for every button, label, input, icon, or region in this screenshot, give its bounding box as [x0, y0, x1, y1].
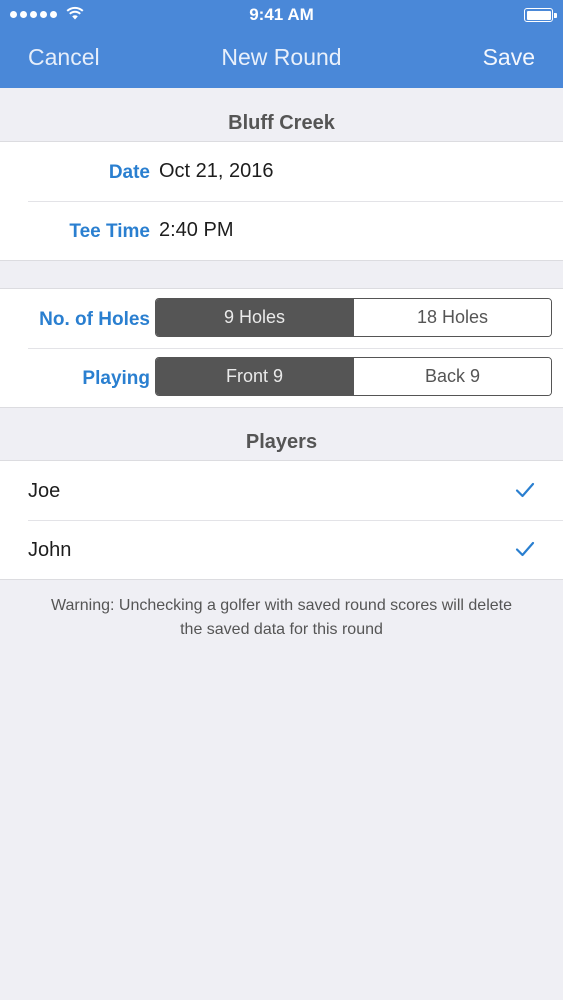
holes-label: No. of Holes — [39, 309, 150, 330]
players-header: Players — [245, 431, 318, 453]
save-button[interactable]: Save — [483, 44, 535, 71]
tee-time-label: Tee Time — [69, 221, 150, 242]
player-name: Joe — [28, 480, 61, 502]
date-row[interactable]: Date Oct 21, 2016 — [0, 142, 563, 201]
checkmark-icon[interactable] — [515, 481, 535, 499]
top-bar: 9:41 AM Cancel New Round Save — [0, 0, 563, 88]
playing-row: Playing Front 9 Back 9 — [0, 348, 563, 407]
holes-settings-group: No. of Holes 9 Holes 18 Holes Playing Fr… — [0, 288, 563, 408]
playing-option-front[interactable]: Front 9 — [156, 358, 353, 395]
round-details-group: Date Oct 21, 2016 Tee Time 2:40 PM — [0, 141, 563, 261]
tee-time-row[interactable]: Tee Time 2:40 PM — [0, 201, 563, 260]
date-label: Date — [108, 162, 150, 183]
holes-option-18[interactable]: 18 Holes — [353, 299, 551, 336]
list-item[interactable]: Joe — [0, 461, 563, 520]
navigation-bar: Cancel New Round Save — [0, 30, 563, 86]
player-name: John — [28, 539, 72, 561]
warning-text: Warning: Unchecking a golfer with saved … — [51, 597, 512, 638]
playing-option-back[interactable]: Back 9 — [353, 358, 551, 395]
holes-row: No. of Holes 9 Holes 18 Holes — [0, 289, 563, 348]
tee-time-value[interactable]: 2:40 PM — [159, 219, 233, 242]
playing-segmented-control: Front 9 Back 9 — [155, 357, 552, 396]
holes-segmented-control: 9 Holes 18 Holes — [155, 298, 552, 337]
players-list: Joe John — [0, 460, 563, 580]
course-name-header: Bluff Creek — [228, 112, 335, 134]
playing-label: Playing — [82, 368, 150, 389]
status-time: 9:41 AM — [249, 5, 314, 24]
status-bar: 9:41 AM — [0, 0, 563, 28]
page-title: New Round — [221, 44, 342, 70]
holes-option-9[interactable]: 9 Holes — [156, 299, 353, 336]
battery-icon — [524, 8, 557, 22]
checkmark-icon[interactable] — [515, 540, 535, 558]
date-value[interactable]: Oct 21, 2016 — [159, 160, 274, 183]
list-item[interactable]: John — [0, 520, 563, 579]
